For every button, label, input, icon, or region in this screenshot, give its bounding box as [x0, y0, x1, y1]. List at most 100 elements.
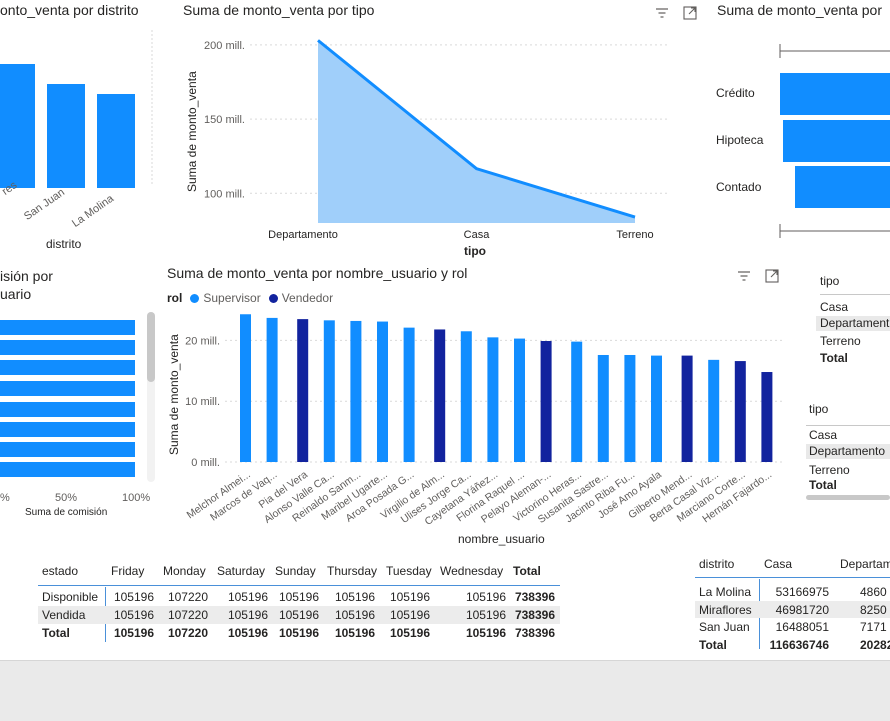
legend-label-vendedor[interactable]: Vendedor — [282, 291, 333, 305]
user-bar[interactable] — [514, 338, 525, 462]
filter-icon[interactable] — [654, 5, 670, 21]
tipo-bar[interactable] — [795, 166, 890, 208]
comision-bar[interactable] — [0, 340, 135, 355]
table-cell: 105196 — [334, 626, 375, 640]
scrollbar-thumb[interactable] — [147, 312, 155, 382]
distrito-chart-title: onto_venta por distrito — [0, 2, 139, 18]
focus-mode-icon[interactable] — [764, 268, 780, 284]
table-row[interactable]: Disponible 105196 107220 105196 105196 105196… — [38, 588, 560, 606]
user-bar[interactable] — [651, 355, 662, 462]
legend-label-supervisor[interactable]: Supervisor — [203, 291, 260, 305]
header-cell[interactable]: estado — [42, 564, 78, 578]
user-bar[interactable] — [571, 341, 583, 462]
user-bar[interactable] — [624, 354, 636, 462]
area-fill[interactable] — [318, 40, 635, 224]
user-bar[interactable] — [681, 355, 693, 462]
filter-icon[interactable] — [736, 268, 752, 284]
user-bar[interactable] — [297, 319, 309, 462]
header-cell[interactable]: Tuesday — [386, 564, 432, 578]
header-cell[interactable]: Friday — [111, 564, 144, 578]
distrito-bar[interactable] — [97, 94, 135, 188]
tipo-area-chart-title: Suma de monto_venta por tipo — [183, 2, 375, 18]
user-bar[interactable] — [734, 361, 746, 462]
legend-dot-supervisor — [190, 293, 200, 303]
header-cell[interactable]: Wednesday — [440, 564, 503, 578]
user-bar[interactable] — [350, 320, 362, 462]
header-cell[interactable]: Departam — [840, 557, 890, 571]
y-tick-label: 10 mill. — [185, 396, 220, 408]
comision-bar[interactable] — [0, 402, 135, 417]
scrollbar-horizontal[interactable] — [806, 495, 890, 500]
table-cell: 16488051 — [775, 620, 829, 634]
comision-bar[interactable] — [0, 462, 135, 477]
table-cell: 20282 — [860, 637, 890, 652]
user-bar[interactable] — [403, 327, 415, 462]
comision-tick: 50% — [55, 492, 78, 504]
usuario-chart-title: Suma de monto_venta por nombre_usuario y… — [167, 265, 468, 281]
table-row[interactable]: La Molina 53166975 4860 — [695, 583, 890, 600]
header-cell[interactable]: Monday — [163, 564, 206, 578]
comision-bar[interactable] — [0, 381, 135, 396]
user-bar[interactable] — [323, 320, 335, 462]
slicer-item-selected[interactable]: Departamento — [806, 444, 890, 459]
x-tick-label: Terreno — [616, 229, 653, 241]
header-cell[interactable]: Total — [513, 564, 541, 578]
table-cell: 105196 — [113, 608, 154, 622]
usuario-legend: rol Supervisor Vendedor — [167, 291, 333, 305]
header-cell[interactable]: Casa — [764, 557, 792, 571]
table-cell: 53166975 — [775, 585, 829, 599]
comision-title-line1: isión por — [0, 268, 53, 284]
distrito-xlabel: distrito — [46, 237, 82, 251]
tipo-bar-chart — [779, 44, 890, 238]
table-cell: 105196 — [278, 626, 319, 640]
comision-bar[interactable] — [0, 422, 135, 437]
table-header-row: distrito Casa Departam — [695, 552, 890, 578]
slicer-item[interactable]: Terreno — [820, 334, 861, 348]
distrito-bar[interactable] — [47, 84, 85, 188]
user-bar[interactable] — [434, 329, 446, 462]
comision-bar[interactable] — [0, 442, 135, 457]
table-cell: Disponible — [42, 590, 99, 604]
user-bar[interactable] — [377, 321, 388, 462]
user-bar[interactable] — [240, 314, 251, 462]
header-cell[interactable]: distrito — [699, 557, 734, 571]
table-header-row: estado Friday Monday Saturday Sunday Thu… — [38, 560, 560, 586]
estado-table: estado Friday Monday Saturday Sunday Thu… — [38, 560, 560, 645]
slicer-item[interactable]: Casa — [809, 428, 837, 442]
header-cell[interactable]: Sunday — [275, 564, 316, 578]
user-bar[interactable] — [708, 359, 720, 462]
header-cell[interactable]: Thursday — [327, 564, 377, 578]
slicer-item[interactable]: Terreno — [809, 463, 850, 477]
tipo-bar[interactable] — [783, 120, 890, 162]
y-tick-label: 200 mill. — [204, 40, 245, 52]
slicer-item[interactable]: Casa — [820, 300, 848, 314]
table-row[interactable]: San Juan 16488051 7171 — [695, 618, 890, 635]
user-bar[interactable] — [487, 337, 499, 462]
table-row[interactable]: Miraflores 46981720 8250 — [695, 600, 890, 618]
user-bar[interactable] — [761, 372, 773, 462]
tipo-bar[interactable] — [780, 73, 890, 115]
user-bar[interactable] — [460, 331, 472, 462]
distrito-table: distrito Casa Departam La Molina 53166975… — [695, 552, 890, 652]
table-total-row[interactable]: Total 116636746 20282 — [695, 636, 890, 653]
tipo-slicer-2: tipo Casa Departamento Terreno Total — [802, 398, 890, 503]
comision-bar[interactable] — [0, 360, 135, 375]
table-cell: San Juan — [699, 620, 750, 634]
focus-mode-icon[interactable] — [682, 5, 698, 21]
distrito-bar[interactable] — [0, 64, 35, 188]
user-bar[interactable] — [597, 354, 609, 462]
table-total-row[interactable]: Total 105196 107220 105196 105196 105196 10519… — [38, 624, 560, 642]
table-cell: 107220 — [167, 626, 208, 640]
y-tick-label: 150 mill. — [204, 114, 245, 126]
table-cell: 105196 — [278, 608, 319, 622]
table-cell: 105196 — [334, 608, 375, 622]
header-cell[interactable]: Saturday — [217, 564, 265, 578]
user-bar[interactable] — [540, 341, 552, 462]
comision-bar[interactable] — [0, 320, 135, 335]
tipo-area-xlabel: tipo — [464, 244, 486, 258]
slicer-item-selected[interactable]: Departament — [816, 316, 890, 331]
tipo-area-chart: 100 mill. 150 mill. 200 mill. Departamento C… — [204, 39, 670, 241]
table-row[interactable]: Vendida 105196 107220 105196 105196 105196 105… — [38, 606, 560, 624]
y-tick-label: 0 mill. — [191, 457, 220, 469]
user-bar[interactable] — [266, 317, 278, 462]
